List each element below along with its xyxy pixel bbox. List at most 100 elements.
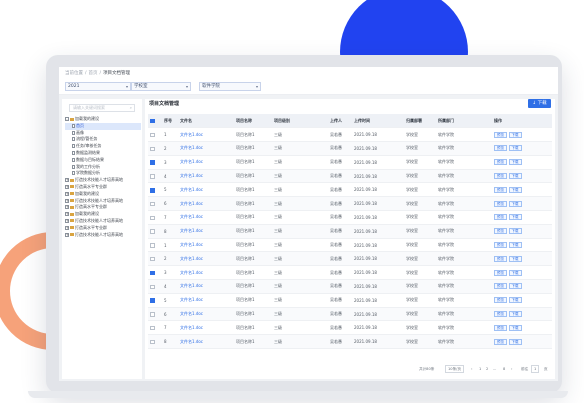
row-download-button[interactable]: 下载 <box>508 311 522 318</box>
row-checkbox[interactable] <box>150 243 155 248</box>
expand-icon[interactable]: + <box>65 218 69 223</box>
expand-icon[interactable]: + <box>65 198 69 203</box>
row-download-button[interactable]: 下载 <box>508 131 522 138</box>
row-checkbox[interactable] <box>150 339 155 345</box>
preview-button[interactable]: 预览 <box>494 131 507 138</box>
tree-node[interactable]: + 打造技术技能人才培养高地 <box>65 232 141 239</box>
tree-node[interactable]: 任务/审核任务 <box>65 143 141 150</box>
row-download-button[interactable]: 下载 <box>508 228 522 235</box>
row-download-button[interactable]: 下载 <box>508 173 522 180</box>
row-checkbox-cell[interactable] <box>148 224 162 239</box>
preview-button[interactable]: 预览 <box>494 200 507 207</box>
row-checkbox[interactable] <box>150 270 155 276</box>
preview-button[interactable]: 预览 <box>494 228 507 235</box>
row-download-button[interactable]: 下载 <box>508 214 522 221</box>
row-checkbox-cell[interactable] <box>148 334 162 350</box>
cell-file[interactable]: 文件名1.doc <box>178 182 234 198</box>
row-download-button[interactable]: 下载 <box>508 338 522 345</box>
row-checkbox-cell[interactable] <box>148 169 162 184</box>
row-checkbox-cell[interactable] <box>148 293 162 308</box>
next-page-icon[interactable]: › <box>511 367 512 371</box>
row-checkbox[interactable] <box>150 188 155 193</box>
tree-search-input[interactable]: 请输入关键词搜索 ⌕ <box>69 104 135 112</box>
cell-file[interactable]: 文件名1.doc <box>178 210 234 225</box>
expand-icon[interactable]: + <box>65 184 69 189</box>
cell-file[interactable]: 文件名1.doc <box>178 320 234 336</box>
expand-icon[interactable]: + <box>65 205 69 210</box>
page-8[interactable]: 8 <box>503 367 505 371</box>
row-checkbox-cell[interactable] <box>148 265 162 281</box>
row-checkbox[interactable] <box>150 132 155 138</box>
year-select[interactable]: 2021 ▾ <box>65 82 131 91</box>
row-checkbox-cell[interactable] <box>148 279 162 294</box>
expand-icon[interactable]: + <box>65 178 69 183</box>
preview-button[interactable]: 预览 <box>494 159 507 166</box>
jump-input[interactable]: 1 <box>531 365 540 373</box>
tree-node[interactable]: + 打造高水平专业群 <box>65 184 141 191</box>
cell-file[interactable]: 文件名1.doc <box>178 307 234 322</box>
cell-file[interactable]: 文件名1.doc <box>178 155 234 170</box>
row-checkbox[interactable] <box>150 201 155 207</box>
preview-button[interactable]: 预览 <box>494 145 507 152</box>
row-checkbox[interactable] <box>150 325 155 331</box>
cell-file[interactable]: 文件名1.doc <box>178 169 234 184</box>
row-checkbox[interactable] <box>150 298 155 303</box>
preview-button[interactable]: 预览 <box>494 214 507 221</box>
preview-button[interactable]: 预览 <box>494 297 507 304</box>
row-download-button[interactable]: 下载 <box>508 269 522 276</box>
row-download-button[interactable]: 下载 <box>508 242 522 249</box>
preview-button[interactable]: 预览 <box>494 173 507 180</box>
row-checkbox[interactable] <box>150 215 155 221</box>
tree-node[interactable]: 数据与目标结果 <box>65 157 141 164</box>
page-size-select[interactable]: 10条/页 <box>445 365 464 373</box>
row-checkbox[interactable] <box>150 146 155 152</box>
row-download-button[interactable]: 下载 <box>508 324 522 331</box>
expand-icon[interactable]: + <box>65 225 69 230</box>
row-checkbox-cell[interactable] <box>148 141 162 156</box>
office-select[interactable]: 学校室 ▾ <box>131 82 191 91</box>
cell-file[interactable]: 文件名1.doc <box>178 196 234 212</box>
row-checkbox[interactable] <box>150 312 155 317</box>
breadcrumb-home[interactable]: 首页 <box>89 71 98 76</box>
tree-node[interactable]: + 打造技术技能人才培养高地 <box>65 177 141 184</box>
row-checkbox-cell[interactable] <box>148 307 162 322</box>
collapse-icon[interactable]: - <box>65 117 69 121</box>
tree-node[interactable]: 数据监测结果 <box>65 150 141 157</box>
row-download-button[interactable]: 下载 <box>508 297 522 304</box>
preview-button[interactable]: 预览 <box>494 255 507 262</box>
cell-file[interactable]: 文件名1.doc <box>178 293 234 308</box>
tree-node[interactable]: + 打造高水平专业群 <box>65 225 141 232</box>
cell-file[interactable]: 文件名1.doc <box>178 251 234 267</box>
row-download-button[interactable]: 下载 <box>508 159 522 166</box>
row-checkbox-cell[interactable] <box>148 251 162 267</box>
cell-file[interactable]: 文件名1.doc <box>178 127 234 143</box>
cell-file[interactable]: 文件名1.doc <box>178 265 234 281</box>
checkbox-icon[interactable] <box>150 118 155 124</box>
row-checkbox-cell[interactable] <box>148 210 162 225</box>
cell-file[interactable]: 文件名1.doc <box>178 279 234 294</box>
row-checkbox-cell[interactable] <box>148 238 162 253</box>
expand-icon[interactable]: + <box>65 232 69 237</box>
row-checkbox[interactable] <box>150 160 155 165</box>
cell-file[interactable]: 文件名1.doc <box>178 334 234 350</box>
tree-node[interactable]: - 加载我的建设 <box>65 116 141 123</box>
preview-button[interactable]: 预览 <box>494 186 507 193</box>
preview-button[interactable]: 预览 <box>494 269 507 276</box>
download-button[interactable]: ↓ 下载 <box>528 99 551 108</box>
cell-file[interactable]: 文件名1.doc <box>178 141 234 156</box>
row-download-button[interactable]: 下载 <box>508 283 522 290</box>
row-checkbox[interactable] <box>150 256 155 262</box>
row-checkbox-cell[interactable] <box>148 182 162 198</box>
page-1[interactable]: 1 <box>479 367 481 371</box>
select-all-checkbox[interactable] <box>148 114 162 129</box>
cell-file[interactable]: 文件名1.doc <box>178 238 234 253</box>
expand-icon[interactable]: + <box>65 191 69 196</box>
cell-file[interactable]: 文件名1.doc <box>178 224 234 239</box>
tree-node[interactable]: 首页 <box>65 122 141 130</box>
page-2[interactable]: 2 <box>486 367 488 371</box>
preview-button[interactable]: 预览 <box>494 311 507 318</box>
college-select[interactable]: 软件学院 ▾ <box>199 82 261 91</box>
expand-icon[interactable]: + <box>65 212 69 217</box>
tree-node[interactable]: + 加载我的建设 <box>65 191 141 198</box>
row-checkbox-cell[interactable] <box>148 196 162 212</box>
